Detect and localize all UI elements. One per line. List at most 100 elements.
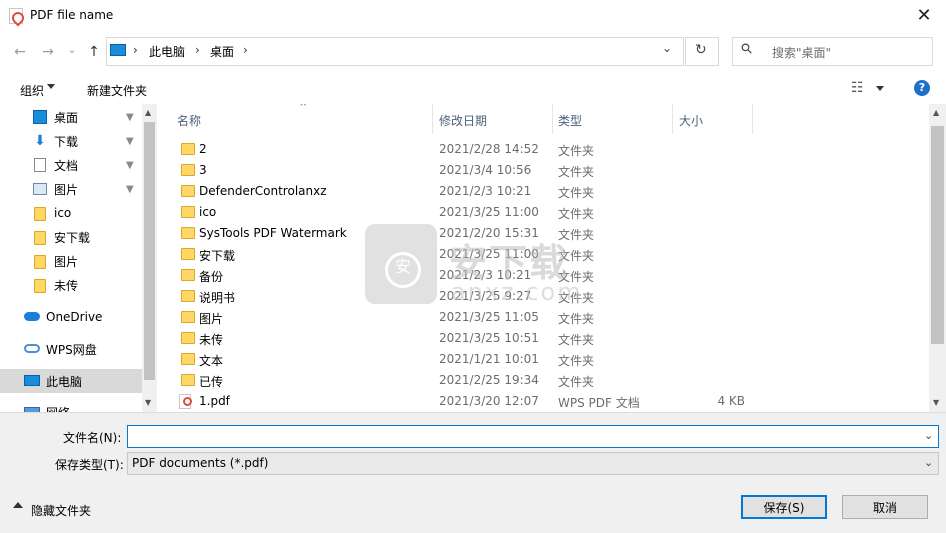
computer-icon [24, 375, 40, 386]
column-divider[interactable] [432, 104, 433, 134]
help-icon[interactable]: ? [914, 80, 930, 96]
file-date: 2021/1/21 10:01 [439, 352, 539, 366]
watermark-subtext: anxz.com [451, 278, 583, 306]
file-size: 4 KB [717, 394, 745, 408]
folder-icon [181, 353, 195, 365]
folder-icon [181, 332, 195, 344]
folder-icon [181, 269, 195, 281]
column-header-name[interactable]: 名称 [177, 112, 201, 129]
recent-locations-chevron-icon[interactable]: ⌄ [62, 41, 82, 59]
file-name: 说明书 [199, 291, 236, 305]
file-date: 2021/3/20 12:07 [439, 394, 539, 408]
file-name: SysTools PDF Watermark [199, 226, 347, 240]
scroll-up-icon[interactable]: ▲ [145, 108, 151, 117]
save-button[interactable]: 保存(S) [741, 495, 827, 519]
sidebar-item-anxiazai[interactable]: 安下载 [0, 225, 142, 249]
breadcrumb-separator[interactable]: › [243, 43, 248, 57]
file-row[interactable]: DefenderControlanxz 2021/2/3 10:21 文件夹 [157, 181, 929, 202]
view-options-icon[interactable]: ☷ [851, 80, 864, 96]
sidebar-item-this-pc[interactable]: 此电脑 [0, 369, 142, 393]
column-header-date[interactable]: 修改日期 [439, 112, 487, 129]
file-row[interactable]: 3 2021/3/4 10:56 文件夹 [157, 160, 929, 181]
sidebar-item-downloads[interactable]: ⬇ 下载 ▼ [0, 129, 142, 153]
scroll-up-icon[interactable]: ▲ [933, 108, 939, 117]
file-date: 2021/3/25 11:00 [439, 205, 539, 219]
file-type: 文件夹 [558, 312, 595, 326]
sidebar-item-wps-cloud[interactable]: WPS网盘 [0, 337, 142, 361]
address-bar[interactable] [106, 37, 684, 66]
collapse-chevron-icon[interactable] [13, 502, 23, 508]
computer-icon [110, 44, 126, 56]
column-divider[interactable] [752, 104, 753, 134]
sidebar-item-documents[interactable]: 文档 ▼ [0, 153, 142, 177]
file-row[interactable]: 图片 2021/3/25 11:05 文件夹 [157, 307, 929, 328]
file-row[interactable]: 已传 2021/2/25 19:34 文件夹 [157, 370, 929, 391]
cancel-button[interactable]: 取消 [842, 495, 928, 519]
breadcrumb-separator[interactable]: › [195, 43, 200, 57]
sidebar-item-weichuan[interactable]: 未传 [0, 273, 142, 297]
file-type: 文件夹 [558, 354, 595, 368]
sidebar-item-desktop[interactable]: 桌面 ▼ [0, 105, 142, 129]
column-header-type[interactable]: 类型 [558, 112, 582, 129]
file-date: 2021/3/4 10:56 [439, 163, 532, 177]
cloud-icon [24, 312, 40, 321]
filename-label: 文件名(N): [63, 431, 122, 445]
search-input[interactable] [732, 37, 933, 66]
sidebar-item-onedrive[interactable]: OneDrive [0, 305, 142, 329]
filename-input[interactable] [127, 425, 939, 448]
column-divider[interactable] [672, 104, 673, 134]
scroll-down-icon[interactable]: ▼ [145, 398, 151, 407]
file-type: 文件夹 [558, 207, 595, 221]
sidebar-item-network[interactable]: 网络 [0, 400, 142, 412]
breadcrumb-this-pc[interactable]: 此电脑 [149, 43, 185, 60]
address-dropdown-chevron-icon[interactable]: ⌄ [662, 41, 672, 55]
file-type: WPS PDF 文档 [558, 396, 640, 410]
file-list-scrollbar-thumb[interactable] [931, 126, 944, 344]
folder-icon [181, 206, 195, 218]
sidebar-item-pictures[interactable]: 图片 ▼ [0, 177, 142, 201]
view-chevron-icon[interactable] [876, 86, 884, 91]
pin-icon: ▼ [126, 159, 134, 171]
back-arrow-icon[interactable]: ← [10, 43, 30, 61]
navigation-scrollbar-thumb[interactable] [144, 122, 155, 380]
folder-icon [34, 231, 46, 245]
organize-chevron-icon [47, 84, 55, 89]
file-date: 2021/3/25 10:51 [439, 331, 539, 345]
organize-button[interactable]: 组织 [20, 82, 44, 99]
filetype-dropdown-chevron-icon[interactable]: ⌄ [924, 456, 933, 469]
column-divider[interactable] [552, 104, 553, 134]
hide-folders-button[interactable]: 隐藏文件夹 [31, 502, 91, 519]
column-header-size[interactable]: 大小 [679, 112, 703, 129]
folder-icon [34, 279, 46, 293]
file-date: 2021/2/3 10:21 [439, 184, 532, 198]
filename-dropdown-chevron-icon[interactable]: ⌄ [924, 429, 933, 442]
file-row[interactable]: 2 2021/2/28 14:52 文件夹 [157, 139, 929, 160]
document-icon [34, 158, 46, 172]
new-folder-button[interactable]: 新建文件夹 [87, 82, 147, 99]
file-name: 备份 [199, 270, 224, 284]
pin-icon: ▼ [126, 111, 134, 123]
file-row[interactable]: 1.pdf 2021/3/20 12:07 WPS PDF 文档 4 KB [157, 391, 929, 412]
file-name: 图片 [199, 312, 224, 326]
folder-icon [181, 248, 195, 260]
close-icon[interactable]: ✕ [902, 0, 946, 31]
up-arrow-icon[interactable]: ↑ [84, 43, 104, 61]
file-type: 文件夹 [558, 144, 595, 158]
sidebar-item-tupian[interactable]: 图片 [0, 249, 142, 273]
folder-icon [181, 164, 195, 176]
sidebar-item-label: 安下载 [54, 230, 91, 245]
file-date: 2021/2/25 19:34 [439, 373, 539, 387]
breadcrumb-separator[interactable]: › [133, 43, 138, 57]
desktop-icon [33, 110, 47, 124]
sidebar-item-ico[interactable]: ico [0, 201, 142, 225]
file-row[interactable]: ico 2021/3/25 11:00 文件夹 [157, 202, 929, 223]
file-row[interactable]: 文本 2021/1/21 10:01 文件夹 [157, 349, 929, 370]
file-row[interactable]: 未传 2021/3/25 10:51 文件夹 [157, 328, 929, 349]
folder-icon [181, 185, 195, 197]
forward-arrow-icon[interactable]: → [38, 43, 58, 61]
breadcrumb-desktop[interactable]: 桌面 [210, 43, 234, 60]
scroll-down-icon[interactable]: ▼ [933, 398, 939, 407]
sidebar-item-label: 图片 [54, 182, 79, 197]
window-title: PDF file name [30, 8, 114, 22]
sidebar-item-label: 文档 [54, 158, 79, 173]
